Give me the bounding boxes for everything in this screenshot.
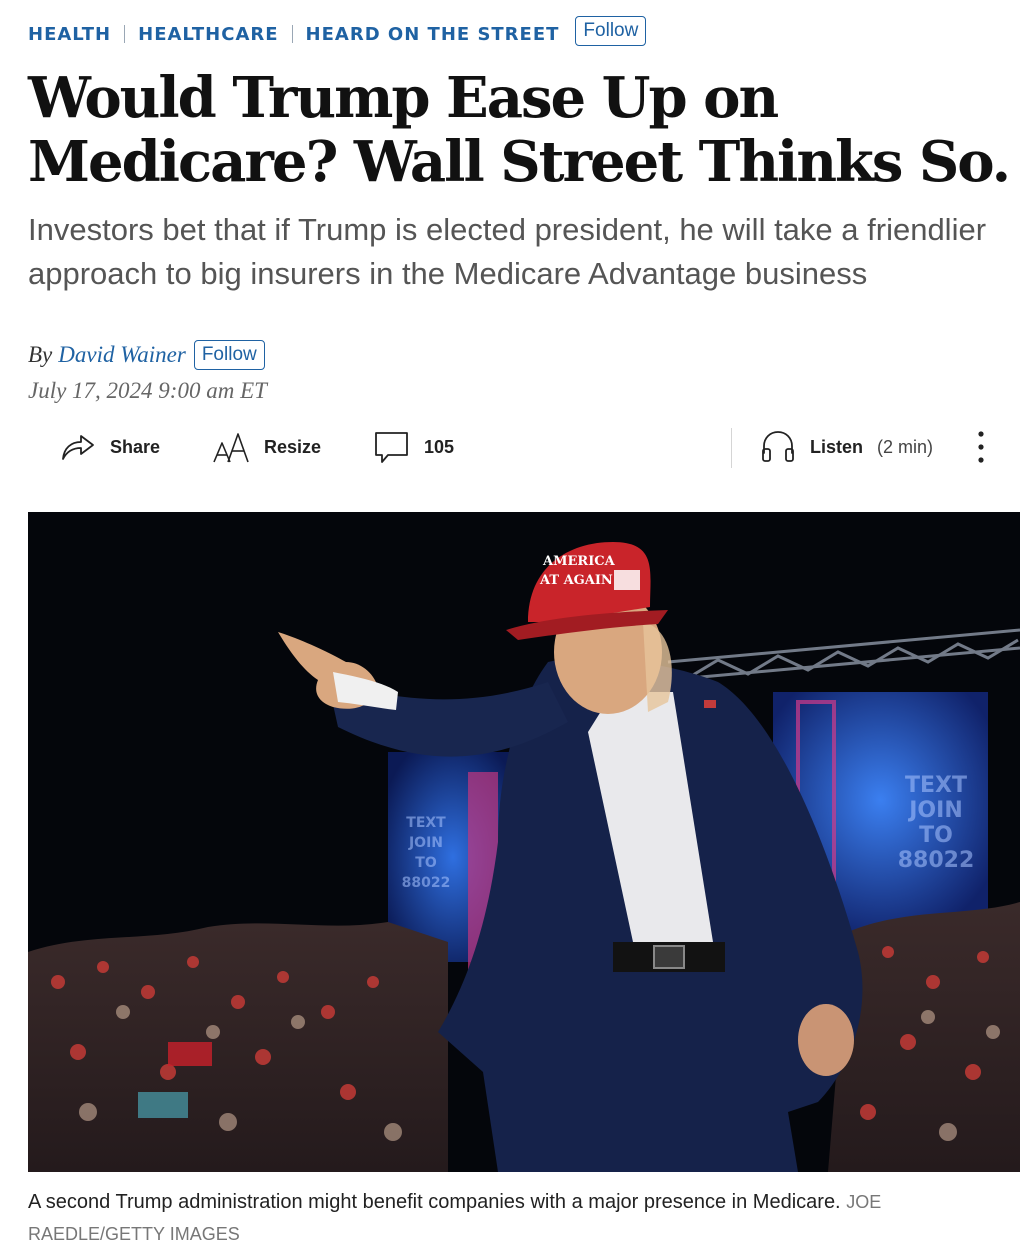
caption-text: A second Trump administration might bene… [28,1191,841,1213]
headphones-icon [760,429,796,465]
article-dek: Investors bet that if Trump is elected p… [28,212,987,291]
byline-prefix: By [28,342,53,367]
sign-left-line2: JOIN [408,835,443,851]
byline: By David Wainer Follow [28,338,265,372]
breadcrumb-divider [124,25,126,43]
author-link[interactable]: David Wainer [58,342,186,368]
photo-caption: A second Trump administration might bene… [28,1186,1018,1250]
article-headline: Would Trump Ease Up on Medicare? Wall St… [28,65,1011,195]
toolbar-divider [731,428,732,468]
breadcrumb-healthcare[interactable]: HEALTHCARE [138,24,278,45]
follow-topic-button[interactable]: Follow [575,16,647,46]
comment-icon [374,429,410,465]
share-button[interactable]: Share [60,427,160,467]
sign-left-line3: TO [415,855,437,871]
follow-author-button[interactable]: Follow [193,340,265,370]
category-breadcrumb: HEALTH HEALTHCARE HEARD ON THE STREET Fo… [28,16,647,52]
resize-icon [212,429,250,465]
resize-label: Resize [264,436,322,457]
publish-date: July 17, 2024 9:00 am ET [28,378,267,403]
listen-duration: (2 min) [877,436,934,457]
sign-right-line2: JOIN [907,798,963,823]
share-icon [60,431,96,463]
sign-left-line1: TEXT [406,815,446,831]
cap-text-line1: AMERICA [542,554,616,569]
listen-button[interactable]: Listen (2 min) [760,427,933,467]
sign-left-line4: 88022 [402,875,451,891]
breadcrumb-health[interactable]: HEALTH [28,24,111,45]
more-vertical-icon [968,431,994,472]
hero-photo: TEXT JOIN TO 88022 TEXT JOIN TO 88022 AM… [28,512,1020,1172]
share-label: Share [110,436,161,457]
comments-count: 105 [424,436,455,457]
listen-label: Listen [810,436,864,457]
breadcrumb-divider [291,25,293,43]
breadcrumb-heard-on-the-street[interactable]: HEARD ON THE STREET [306,24,560,45]
resize-button[interactable]: Resize [212,427,321,467]
sign-right-line1: TEXT [905,773,967,798]
sign-right-line3: TO [919,823,953,848]
cap-text-line2: AT AGAIN [539,573,613,588]
comments-button[interactable]: 105 [374,427,454,467]
sign-right-line4: 88022 [898,848,975,873]
more-options-button[interactable] [968,428,994,468]
